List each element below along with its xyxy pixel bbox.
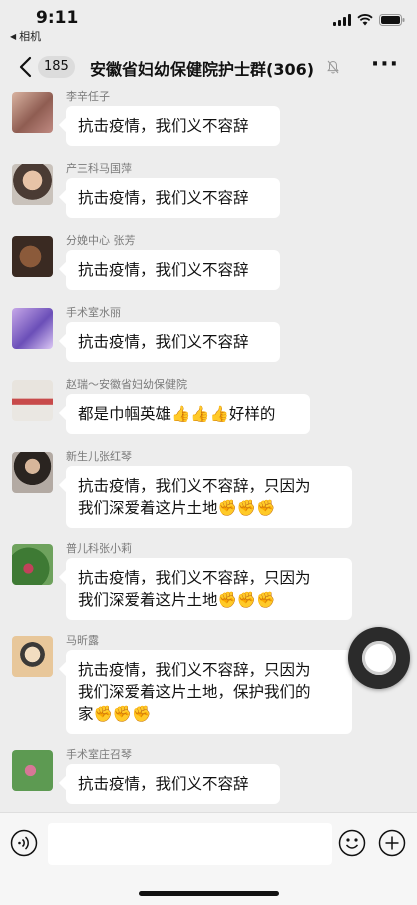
input-bar [0, 812, 417, 905]
message-list[interactable]: 李辛任子 抗击疫情，我们义不容辞 产三科马国萍 抗击疫情，我们义不容辞 分娩中心… [0, 90, 417, 812]
message-bubble[interactable]: 抗击疫情，我们义不容辞，只因为 我们深爱着这片土地✊✊✊ [66, 558, 352, 620]
sender-name: 赵瑞～安徽省妇幼保健院 [66, 378, 187, 391]
message-bubble[interactable]: 抗击疫情，我们义不容辞，只因为 我们深爱着这片土地✊✊✊ [66, 466, 352, 528]
avatar[interactable] [12, 750, 53, 791]
more-dots-icon[interactable]: ··· [371, 52, 399, 77]
wifi-icon [357, 14, 373, 26]
sender-name: 分娩中心 张芳 [66, 234, 136, 247]
sender-name: 产三科马国萍 [66, 162, 132, 175]
back-chevron-icon[interactable] [14, 54, 40, 80]
avatar[interactable] [12, 544, 53, 585]
battery-icon [379, 14, 405, 26]
sender-name: 新生儿张红琴 [66, 450, 132, 463]
signal-icon [333, 14, 351, 26]
avatar[interactable] [12, 380, 53, 421]
message-input[interactable] [48, 823, 332, 865]
plus-circle-icon[interactable] [378, 829, 406, 861]
back-triangle-icon: ◀ [10, 31, 17, 41]
sender-name: 手术室庄召琴 [66, 748, 132, 761]
bell-off-icon [327, 59, 339, 78]
message-bubble[interactable]: 抗击疫情，我们义不容辞 [66, 322, 280, 362]
back-to-app-link[interactable]: ◀ 相机 [10, 28, 41, 44]
message-bubble[interactable]: 抗击疫情，我们义不容辞 [66, 106, 280, 146]
avatar[interactable] [12, 452, 53, 493]
floating-assistive-button[interactable] [348, 627, 410, 689]
sender-name: 马昕露 [66, 634, 99, 647]
status-bar: 9:11 ◀ 相机 [0, 0, 417, 44]
message-bubble[interactable]: 抗击疫情，我们义不容辞，只因为 我们深爱着这片土地，保护我们的 家✊✊✊ [66, 650, 352, 734]
emoji-icon[interactable] [338, 829, 366, 861]
sender-name: 手术室水丽 [66, 306, 121, 319]
message-bubble[interactable]: 抗击疫情，我们义不容辞 [66, 250, 280, 290]
chat-title: 安徽省妇幼保健院护士群(306) [90, 60, 315, 79]
avatar[interactable] [12, 92, 53, 133]
avatar[interactable] [12, 636, 53, 677]
avatar[interactable] [12, 308, 53, 349]
home-indicator [139, 891, 279, 896]
message-bubble[interactable]: 都是巾帼英雄👍👍👍好样的 [66, 394, 310, 434]
message-bubble[interactable]: 抗击疫情，我们义不容辞 [66, 178, 280, 218]
avatar[interactable] [12, 164, 53, 205]
voice-icon[interactable] [10, 829, 38, 861]
sender-name: 普儿科张小莉 [66, 542, 132, 555]
chat-nav-bar: 185 安徽省妇幼保健院护士群(306) ··· [0, 44, 417, 90]
avatar[interactable] [12, 236, 53, 277]
status-time: 9:11 [36, 8, 79, 28]
message-bubble[interactable]: 抗击疫情，我们义不容辞 [66, 764, 280, 804]
back-app-label: 相机 [19, 30, 42, 43]
status-icons [333, 14, 405, 26]
sender-name: 李辛任子 [66, 90, 110, 103]
unread-count-badge[interactable]: 185 [38, 56, 75, 78]
